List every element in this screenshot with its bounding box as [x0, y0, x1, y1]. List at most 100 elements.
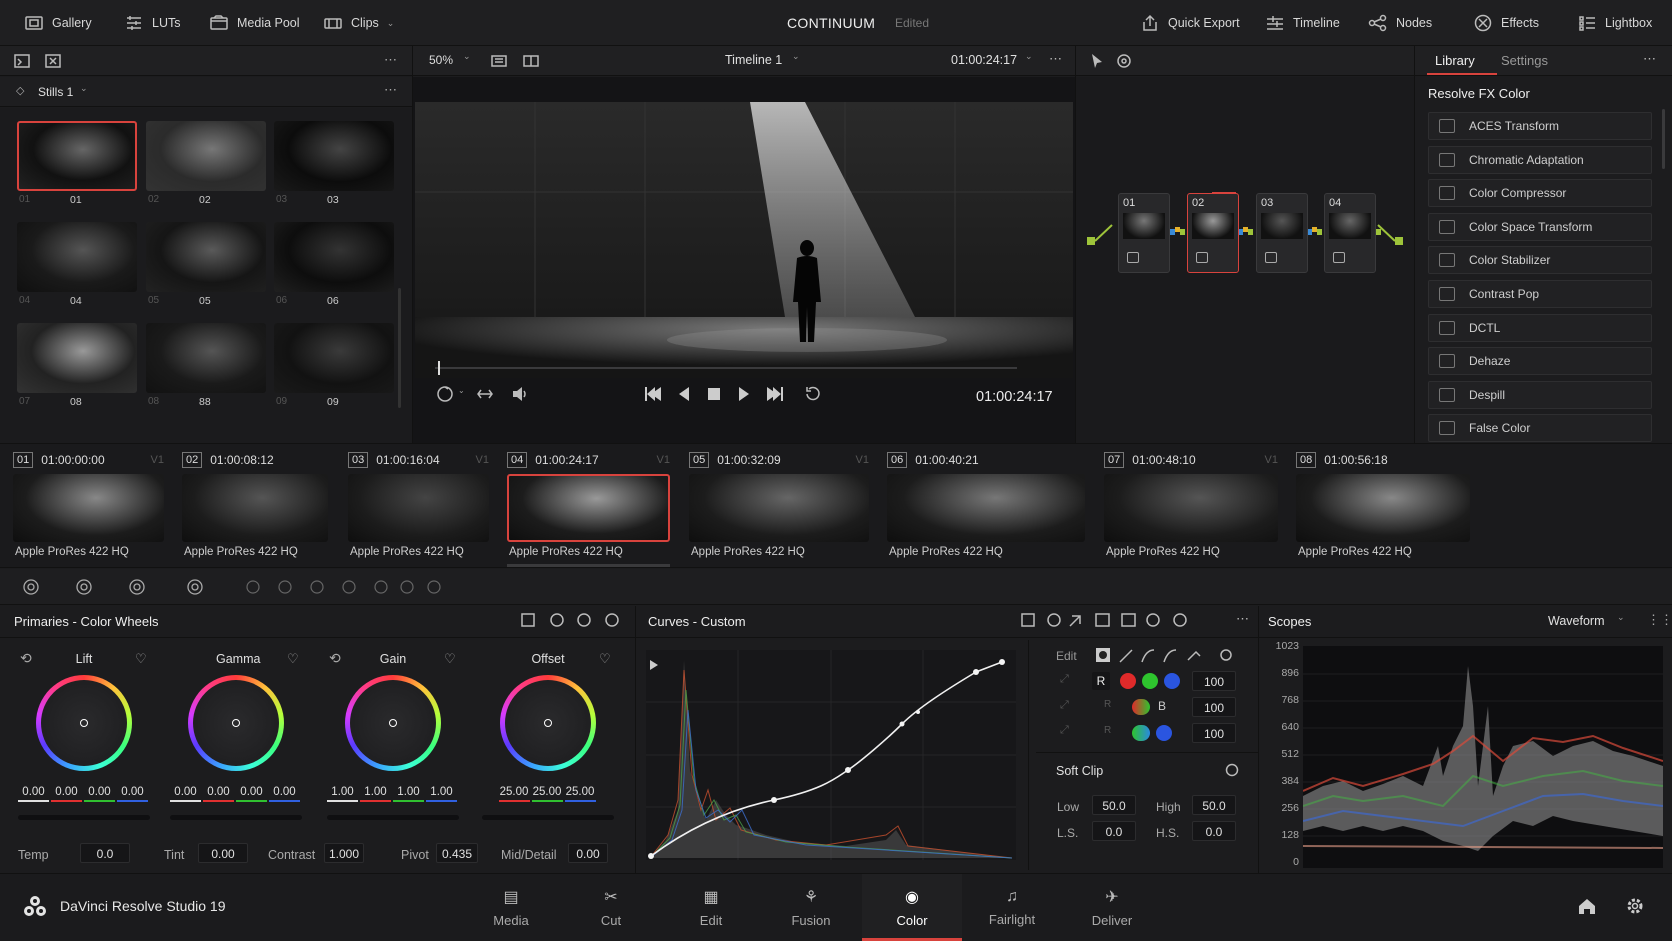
- blue-channel-dot-2[interactable]: [1156, 725, 1172, 741]
- tracker-icon[interactable]: [425, 578, 443, 596]
- clip-thumbnail[interactable]: [689, 474, 869, 542]
- page-deliver-button[interactable]: ✈ Deliver: [1062, 874, 1162, 941]
- wheel-value[interactable]: 1.00: [360, 786, 391, 802]
- clip-thumbnail[interactable]: [1296, 474, 1470, 542]
- color-wheel[interactable]: [188, 675, 284, 771]
- wheel-master-slider[interactable]: [170, 815, 302, 820]
- effect-item[interactable]: ACES Transform: [1428, 112, 1652, 140]
- wheel-value[interactable]: 25.00: [498, 786, 530, 802]
- still-thumbnail[interactable]: [274, 323, 394, 393]
- clip-thumbnail[interactable]: [13, 474, 164, 542]
- blue-channel-dot[interactable]: [1164, 673, 1180, 689]
- clip-thumbnail[interactable]: [507, 474, 670, 542]
- still-thumbnail[interactable]: [274, 121, 394, 191]
- volume-icon[interactable]: [510, 384, 530, 404]
- grade-node[interactable]: 04: [1324, 193, 1376, 273]
- grade-node[interactable]: 01: [1118, 193, 1170, 273]
- contrast-field[interactable]: 1.000: [324, 843, 364, 863]
- skip-start-icon[interactable]: [643, 385, 663, 403]
- clips-button[interactable]: Clips ⌄: [323, 0, 394, 46]
- temp-field[interactable]: 0.0: [80, 843, 130, 863]
- qualifier-icon[interactable]: [372, 578, 390, 596]
- rg-channel-pair[interactable]: [1132, 699, 1150, 715]
- color-wheel[interactable]: [500, 675, 596, 771]
- wheel-fav-icon[interactable]: ♡: [135, 651, 147, 667]
- album-selector[interactable]: Stills 1: [38, 85, 73, 99]
- effect-item[interactable]: Despill: [1428, 380, 1652, 409]
- scope-mode-selector[interactable]: Waveform: [1548, 614, 1605, 628]
- effect-item[interactable]: Dehaze: [1428, 347, 1652, 376]
- wheel-reset-icon[interactable]: ⟲: [20, 650, 32, 667]
- rgb-mixer-icon[interactable]: [244, 578, 262, 596]
- pivot-field[interactable]: 0.435: [436, 843, 478, 863]
- stop-icon[interactable]: [706, 386, 722, 402]
- tab-library[interactable]: Library: [1435, 53, 1475, 68]
- middetail-field[interactable]: 0.00: [568, 843, 608, 863]
- still-grab-icon[interactable]: [14, 53, 30, 69]
- wheel-value[interactable]: 25.00: [531, 786, 563, 802]
- wheel-value[interactable]: 25.00: [564, 786, 596, 802]
- wheel-value[interactable]: 0.00: [18, 786, 49, 802]
- wheel-master-slider[interactable]: [327, 815, 459, 820]
- play-reverse-icon[interactable]: [676, 385, 692, 403]
- home-icon[interactable]: [1577, 896, 1597, 916]
- wheel-master-slider[interactable]: [18, 815, 150, 820]
- quick-export-button[interactable]: Quick Export: [1140, 0, 1240, 46]
- gb-channel-pair[interactable]: [1132, 725, 1150, 741]
- curves-mode-icons[interactable]: [1020, 612, 1230, 630]
- wheel-value[interactable]: 1.00: [327, 786, 358, 802]
- stills-scrollbar[interactable]: [398, 288, 401, 408]
- still-delete-icon[interactable]: [45, 53, 61, 69]
- zoom-selector[interactable]: 50%: [429, 53, 453, 67]
- wheel-value[interactable]: 0.00: [51, 786, 82, 802]
- low-field[interactable]: 50.0: [1092, 795, 1136, 815]
- link-curves-icon-2[interactable]: ⤢: [1060, 699, 1069, 712]
- grade-node[interactable]: 03: [1256, 193, 1308, 273]
- wheel-value[interactable]: 0.00: [236, 786, 267, 802]
- motion-effects-icon[interactable]: [276, 578, 294, 596]
- window-icon[interactable]: [398, 578, 416, 596]
- still-thumbnail[interactable]: [17, 121, 137, 191]
- wheel-value[interactable]: 1.00: [393, 786, 424, 802]
- wheel-fav-icon[interactable]: ♡: [444, 651, 456, 667]
- link-curves-icon-3[interactable]: ⤢: [1060, 724, 1069, 737]
- wheel-puck[interactable]: [80, 719, 88, 727]
- clip-strip-scroll[interactable]: [507, 564, 670, 567]
- page-cut-button[interactable]: ✂ Cut: [561, 874, 661, 941]
- grade-node[interactable]: 02: [1187, 192, 1239, 273]
- library-more-icon[interactable]: ⋯: [1643, 51, 1656, 67]
- color-wheel[interactable]: [345, 675, 441, 771]
- page-edit-button[interactable]: ▦ Edit: [661, 874, 761, 941]
- timeline-button[interactable]: Timeline: [1265, 0, 1340, 46]
- wheel-value[interactable]: 0.00: [84, 786, 115, 802]
- link-icon[interactable]: [475, 384, 495, 404]
- green-channel-dot[interactable]: [1142, 673, 1158, 689]
- link-curves-icon[interactable]: ⤢: [1060, 673, 1069, 686]
- media-pool-button[interactable]: Media Pool: [209, 0, 300, 46]
- wheel-puck[interactable]: [232, 719, 240, 727]
- channel-r-toggle[interactable]: R: [1092, 672, 1110, 690]
- gallery-more-icon[interactable]: ⋯: [384, 52, 397, 68]
- red-channel-dot[interactable]: [1120, 673, 1136, 689]
- viewer-more-icon[interactable]: ⋯: [1049, 51, 1062, 67]
- effect-item[interactable]: Color Space Transform: [1428, 212, 1652, 241]
- tab-settings[interactable]: Settings: [1501, 53, 1548, 68]
- curves-more-icon[interactable]: ⋯: [1236, 611, 1249, 627]
- page-media-button[interactable]: ▤ Media: [461, 874, 561, 941]
- library-scrollbar[interactable]: [1662, 109, 1665, 169]
- color-warper-icon[interactable]: [340, 578, 358, 596]
- color-match-icon[interactable]: [75, 578, 93, 596]
- intensity-field-2[interactable]: 100: [1192, 697, 1236, 717]
- wheel-puck[interactable]: [389, 719, 397, 727]
- curves-icon[interactable]: [308, 578, 326, 596]
- page-color-button[interactable]: ◉ Color: [862, 874, 962, 941]
- clip-thumbnail[interactable]: [1104, 474, 1278, 542]
- clip-thumbnail[interactable]: [348, 474, 489, 542]
- color-wheel[interactable]: [36, 675, 132, 771]
- wheel-puck[interactable]: [544, 719, 552, 727]
- viewer-frame[interactable]: [415, 102, 1073, 378]
- pointer-icon[interactable]: [1090, 53, 1104, 69]
- effects-button[interactable]: Effects: [1473, 0, 1539, 46]
- color-wheels-icon[interactable]: [128, 578, 146, 596]
- effect-item[interactable]: Color Compressor: [1428, 179, 1652, 208]
